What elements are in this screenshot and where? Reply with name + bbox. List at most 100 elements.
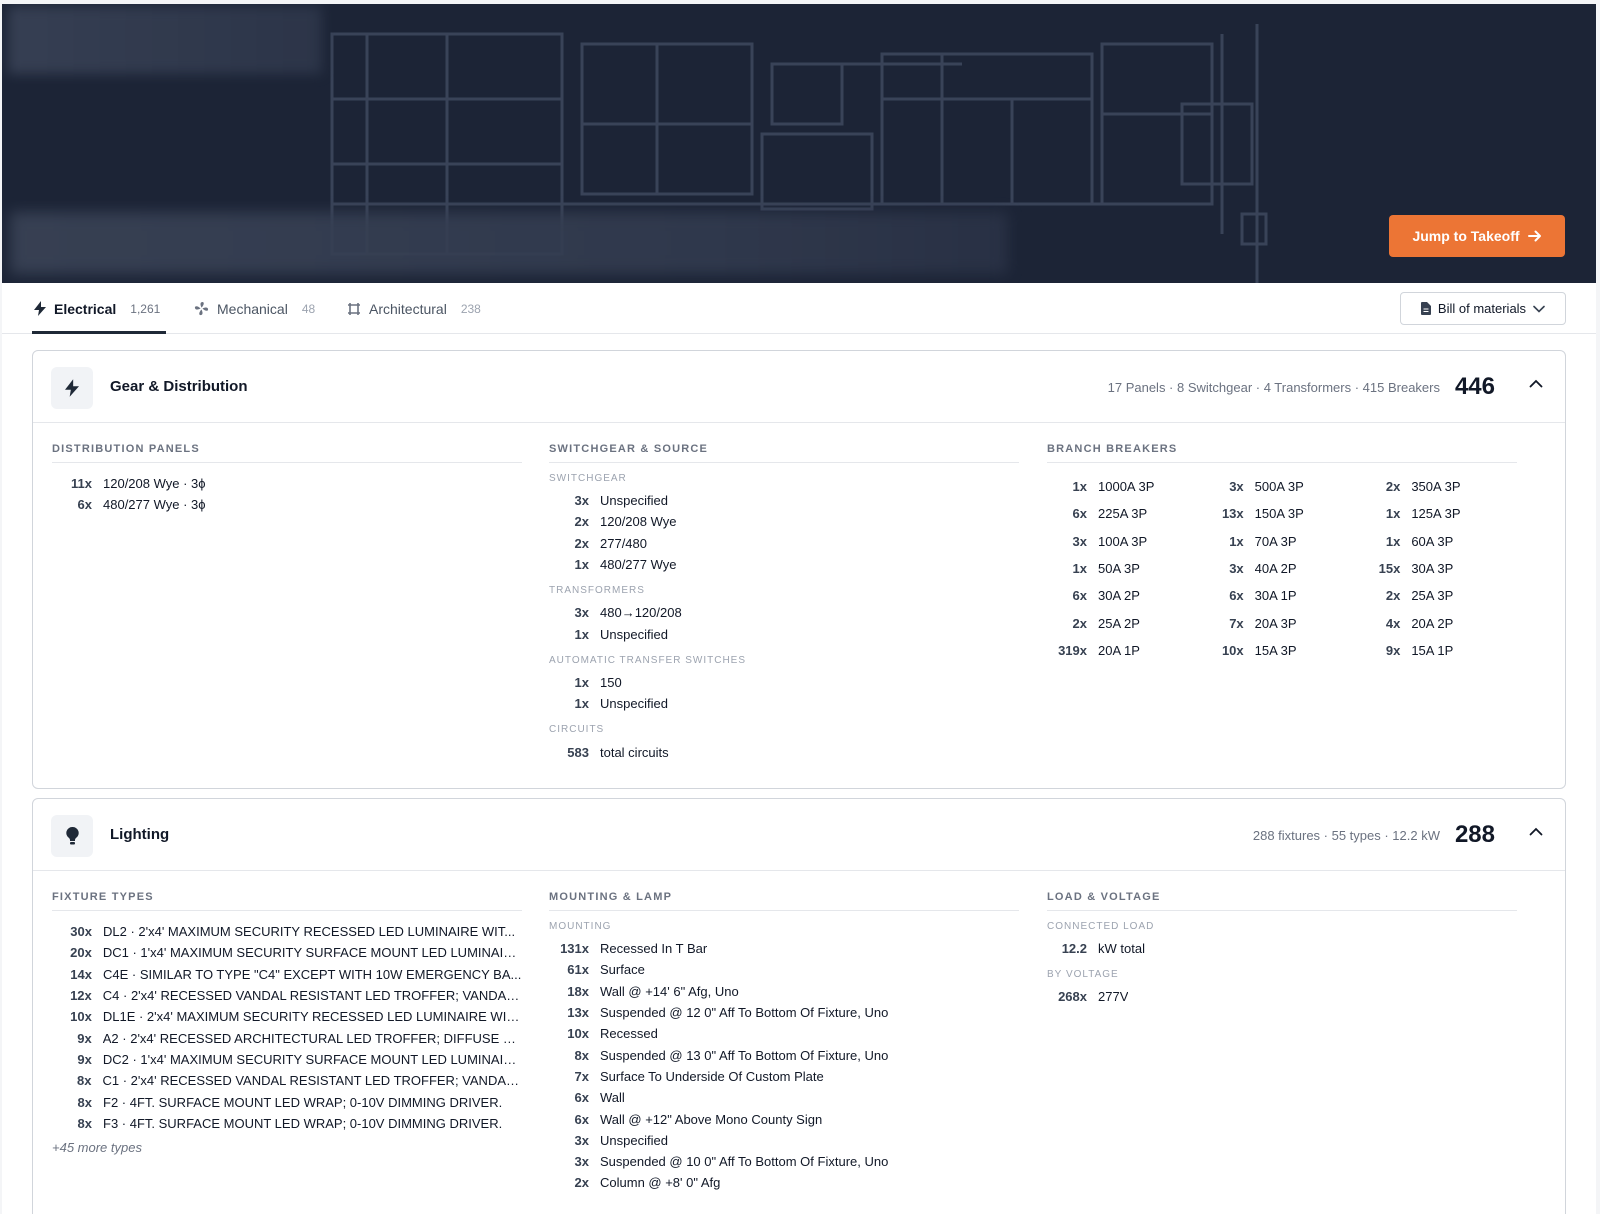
fixture-types-list: 30x DL2 · 2'x4' MAXIMUM SECURITY RECESSED… <box>52 921 522 1134</box>
gear-summary: 17 Panels · 8 Switchgear · 4 Transformer… <box>1107 380 1440 395</box>
list-item: 268x 277V <box>1047 986 1517 1007</box>
branch-breakers-grid: 1x 1000A 3P 3x 500A 3P 2x 350A 3P 6x 225A 3P 13x… <box>1047 473 1517 664</box>
item-label: Wall @ +14' 6" Afg, Uno <box>600 983 739 999</box>
item-label: 30A 2P <box>1098 588 1140 604</box>
item-quantity: 13x <box>567 1005 589 1021</box>
chevron-up-icon[interactable] <box>1529 827 1543 836</box>
item-label: C4 · 2'x4' RECESSED VANDAL RESISTANT LED… <box>102 988 522 1004</box>
item-label: 480→120/208 <box>600 605 682 621</box>
item-label: Unspecified <box>600 696 668 712</box>
item-quantity: 9x <box>1385 642 1401 658</box>
project-details-redacted <box>10 212 1008 274</box>
list-item: 11x 120/208 Wye · 3ϕ <box>52 473 522 494</box>
tab-electrical-label: Electrical <box>54 300 117 317</box>
lighting-total: 288 <box>1454 821 1495 848</box>
item-quantity: 13x <box>1221 506 1244 522</box>
item-quantity: 20x <box>70 945 92 961</box>
item-quantity: 583 <box>567 744 589 760</box>
list-item: 131x Recessed In T Bar <box>549 938 1019 959</box>
item-label: 15A 1P <box>1411 642 1454 658</box>
mounting-lamp-column: MOUNTING & LAMP MOUNTING 131x Recessed In… <box>549 891 1019 1194</box>
item-quantity: 1x <box>574 626 589 642</box>
jump-to-takeoff-label: Jump to Takeoff <box>1412 228 1520 244</box>
more-types-link[interactable]: +45 more types <box>52 1140 522 1155</box>
item-quantity: 2x <box>1385 588 1401 604</box>
lighting-header[interactable]: Lighting 288 fixtures · 55 types · 12.2 … <box>33 799 1565 871</box>
project-hero: Jump to Takeoff <box>2 4 1596 283</box>
item-quantity: 3x <box>1229 479 1244 495</box>
list-item: 8x C1 · 2'x4' RECESSED VANDAL RESISTANT L… <box>52 1070 522 1091</box>
tab-architectural[interactable]: Architectural 238 <box>347 283 481 334</box>
list-item: 1x 60A 3P <box>1360 528 1517 555</box>
switchgear-list: 3x Unspecified 2x 120/208 Wye 2x 277/480 1x 480… <box>549 490 1019 575</box>
item-label: 350A 3P <box>1411 479 1461 495</box>
item-label: 277V <box>1098 989 1129 1005</box>
item-quantity: 2x <box>1385 479 1401 495</box>
item-label: 480/277 Wye <box>600 557 677 573</box>
item-label: total circuits <box>600 744 669 760</box>
item-quantity: 9x <box>77 1030 92 1046</box>
item-label: 100A 3P <box>1098 533 1148 549</box>
lightning-bolt-icon <box>65 379 79 397</box>
item-quantity: 8x <box>77 1094 92 1110</box>
by-voltage-list: 268x 277V <box>1047 986 1517 1007</box>
list-item: 9x DC2 · 1'x4' MAXIMUM SECURITY SURFACE M… <box>52 1049 522 1070</box>
item-quantity: 6x <box>1072 588 1087 604</box>
item-label: 25A 2P <box>1098 615 1140 631</box>
gear-card-icon-box <box>51 367 93 409</box>
item-quantity: 1x <box>1072 561 1087 577</box>
item-label: 150 <box>600 674 622 690</box>
item-label: 15A 3P <box>1254 642 1297 658</box>
item-quantity: 2x <box>574 514 589 530</box>
item-label: C1 · 2'x4' RECESSED VANDAL RESISTANT LED… <box>102 1073 522 1089</box>
item-label: 500A 3P <box>1254 479 1304 495</box>
gear-title: Gear & Distribution <box>110 378 248 395</box>
jump-to-takeoff-button[interactable]: Jump to Takeoff <box>1389 215 1565 257</box>
fixture-types-column: FIXTURE TYPES 30x DL2 · 2'x4' MAXIMUM SEC… <box>52 891 522 1155</box>
item-label: Column @ +8' 0" Afg <box>600 1175 721 1191</box>
list-item: 6x Wall @ +12" Above Mono County Sign <box>549 1108 1019 1129</box>
list-item: 3x 100A 3P <box>1047 528 1204 555</box>
item-quantity: 3x <box>574 605 589 621</box>
item-label: Recessed In T Bar <box>600 941 708 957</box>
item-quantity: 10x <box>567 1026 589 1042</box>
item-quantity: 3x <box>574 493 589 509</box>
distribution-panels-column: DISTRIBUTION PANELS 11x 120/208 Wye · 3ϕ 6… <box>52 443 522 516</box>
lighting-title: Lighting <box>110 826 170 843</box>
item-label: 70A 3P <box>1254 533 1297 549</box>
item-quantity: 319x <box>1058 642 1087 658</box>
list-item: 1x Unspecified <box>549 693 1019 714</box>
project-title-redacted <box>8 6 322 74</box>
gear-distribution-header[interactable]: Gear & Distribution 17 Panels · 8 Switch… <box>33 351 1565 423</box>
item-quantity: 2x <box>574 535 589 551</box>
tab-mechanical[interactable]: Mechanical 48 <box>194 283 315 334</box>
distribution-panels-title: DISTRIBUTION PANELS <box>52 443 522 463</box>
list-item: 1x Unspecified <box>549 623 1019 644</box>
item-label: 480/277 Wye · 3ϕ <box>103 497 206 513</box>
list-item: 2x 350A 3P <box>1360 473 1517 500</box>
item-quantity: 1x <box>574 674 589 690</box>
tab-electrical[interactable]: Electrical 1,261 <box>32 283 166 334</box>
mounting-lamp-title: MOUNTING & LAMP <box>549 891 1019 911</box>
item-quantity: 7x <box>574 1068 589 1084</box>
transformers-subheading: TRANSFORMERS <box>549 585 645 597</box>
bill-of-materials-dropdown[interactable]: Bill of materials <box>1400 292 1566 325</box>
fixture-types-title: FIXTURE TYPES <box>52 891 522 911</box>
list-item: 6x 480/277 Wye · 3ϕ <box>52 494 522 515</box>
item-label: 120/208 Wye <box>600 514 677 530</box>
list-item: 7x 20A 3P <box>1204 609 1361 636</box>
list-item: 1x 125A 3P <box>1360 500 1517 527</box>
item-label: 225A 3P <box>1098 506 1148 522</box>
item-label: Unspecified <box>600 626 668 642</box>
chevron-up-icon[interactable] <box>1529 379 1543 388</box>
item-label: 1000A 3P <box>1098 479 1155 495</box>
list-item: 8x F2 · 4FT. SURFACE MOUNT LED WRAP; 0-10… <box>52 1091 522 1112</box>
item-quantity: 6x <box>77 497 92 513</box>
list-item: 9x 15A 1P <box>1360 637 1517 664</box>
ats-list: 1x 150 1x Unspecified <box>549 672 1019 715</box>
tab-architectural-label: Architectural <box>369 300 447 317</box>
item-label: 30A 3P <box>1411 561 1454 577</box>
item-quantity: 1x <box>1072 479 1087 495</box>
list-item: 10x Recessed <box>549 1023 1019 1044</box>
item-label: 20A 3P <box>1254 615 1297 631</box>
